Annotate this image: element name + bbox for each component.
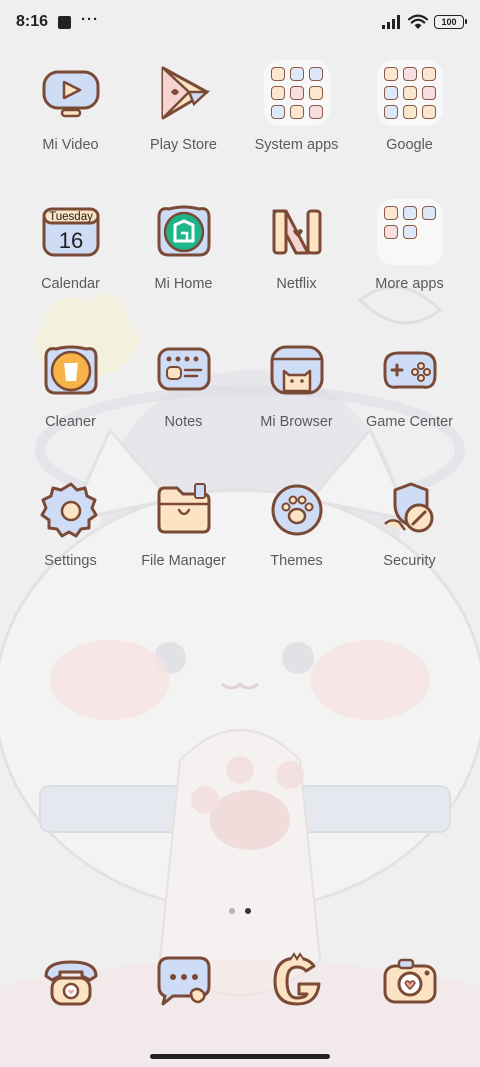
messages-icon bbox=[149, 946, 219, 1016]
folder-more-apps[interactable]: More apps bbox=[353, 197, 466, 336]
battery-level: 100 bbox=[441, 17, 457, 27]
calendar-icon: Tuesday 16 bbox=[36, 197, 106, 267]
status-bar: 8:16 ··· 100 bbox=[0, 0, 480, 44]
app-label: File Manager bbox=[141, 552, 226, 569]
app-grid: Mi Video Play Store System apps Google T… bbox=[14, 58, 466, 612]
app-file-manager[interactable]: File Manager bbox=[127, 474, 240, 613]
cat-browser-icon bbox=[262, 335, 332, 405]
calendar-day-number: 16 bbox=[58, 228, 82, 253]
dock-phone[interactable] bbox=[14, 946, 127, 1016]
app-game-center[interactable]: Game Center bbox=[353, 335, 466, 474]
app-label: Mi Home bbox=[154, 275, 213, 292]
folder-google[interactable]: Google bbox=[353, 58, 466, 197]
video-play-icon bbox=[36, 58, 106, 128]
folder-icon bbox=[375, 197, 445, 267]
netflix-icon bbox=[262, 197, 332, 267]
app-calendar[interactable]: Tuesday 16 Calendar bbox=[14, 197, 127, 336]
app-play-store[interactable]: Play Store bbox=[127, 58, 240, 197]
app-label: Play Store bbox=[150, 137, 217, 153]
app-netflix[interactable]: Netflix bbox=[240, 197, 353, 336]
gamepad-icon bbox=[375, 335, 445, 405]
home-gesture-bar[interactable] bbox=[150, 1054, 330, 1059]
page-dot-active[interactable] bbox=[245, 908, 251, 914]
dock-google[interactable] bbox=[240, 946, 353, 1016]
mi-home-icon bbox=[149, 197, 219, 267]
app-label: Calendar bbox=[41, 275, 100, 292]
camera-icon bbox=[375, 946, 445, 1016]
shield-security-icon bbox=[375, 474, 445, 544]
app-mi-home[interactable]: Mi Home bbox=[127, 197, 240, 336]
app-label: System apps bbox=[254, 137, 339, 153]
page-indicator[interactable] bbox=[0, 908, 480, 914]
folder-icon bbox=[262, 58, 332, 128]
square-notification-icon bbox=[58, 15, 72, 29]
app-label: Mi Video bbox=[42, 137, 99, 153]
folder-system-apps[interactable]: System apps bbox=[240, 58, 353, 197]
dock-messages[interactable] bbox=[127, 946, 240, 1016]
signal-icon bbox=[382, 15, 400, 29]
app-security[interactable]: Security bbox=[353, 474, 466, 613]
dock-camera[interactable] bbox=[353, 946, 466, 1016]
app-label: Settings bbox=[44, 552, 97, 569]
app-label: Notes bbox=[164, 414, 203, 430]
app-label: Security bbox=[383, 552, 436, 569]
clock: 8:16 bbox=[16, 13, 49, 30]
app-mi-video[interactable]: Mi Video bbox=[14, 58, 127, 197]
phone-icon bbox=[36, 946, 106, 1016]
app-label: Google bbox=[386, 137, 433, 153]
app-mi-browser[interactable]: Mi Browser bbox=[240, 335, 353, 474]
dock bbox=[14, 946, 466, 1016]
app-settings[interactable]: Settings bbox=[14, 474, 127, 613]
app-themes[interactable]: Themes bbox=[240, 474, 353, 613]
wifi-icon bbox=[408, 14, 428, 29]
more-dots-icon: ··· bbox=[81, 10, 100, 28]
app-cleaner[interactable]: Cleaner bbox=[14, 335, 127, 474]
play-store-icon bbox=[149, 58, 219, 128]
folder-icon bbox=[375, 58, 445, 128]
gear-icon bbox=[36, 474, 106, 544]
app-label: More apps bbox=[375, 275, 444, 292]
app-notes[interactable]: Notes bbox=[127, 335, 240, 474]
file-folder-icon bbox=[149, 474, 219, 544]
battery-icon: 100 bbox=[434, 15, 467, 29]
notes-icon bbox=[149, 335, 219, 405]
paw-palette-icon bbox=[262, 474, 332, 544]
app-label: Themes bbox=[270, 552, 323, 569]
app-label: Game Center bbox=[365, 414, 454, 430]
calendar-day-name: Tuesday bbox=[49, 211, 93, 223]
app-label: Cleaner bbox=[45, 414, 96, 430]
app-label: Netflix bbox=[276, 275, 317, 292]
google-g-icon bbox=[262, 946, 332, 1016]
app-label: Mi Browser bbox=[260, 414, 333, 430]
trash-cleaner-icon bbox=[36, 335, 106, 405]
page-dot[interactable] bbox=[229, 908, 235, 914]
